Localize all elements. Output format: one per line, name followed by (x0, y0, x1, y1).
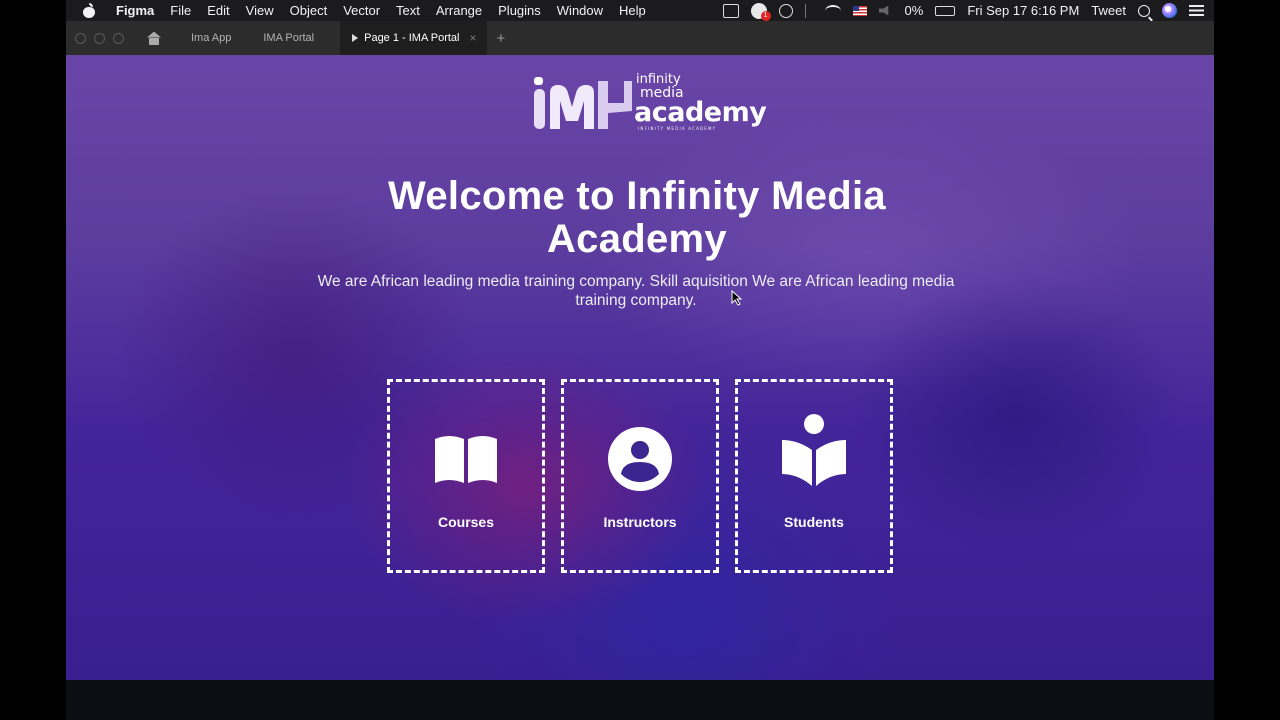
apple-icon[interactable] (82, 2, 96, 19)
menu-bar-status-area: 1 0% Fri Sep 17 6:16 PM Tweet (722, 0, 1214, 21)
mouse-cursor-icon (731, 290, 743, 306)
courses-card[interactable]: Courses (387, 379, 545, 573)
tab-page-1-ima-portal[interactable]: Page 1 - IMA Portal × (340, 21, 487, 55)
volume-icon[interactable] (878, 5, 889, 16)
logo-wordmark: infinity media academy INFINITY MEDIA AC… (634, 73, 767, 132)
page-subtitle: We are African leading media training co… (317, 273, 955, 309)
window-bottom-strip (66, 680, 1214, 720)
play-icon[interactable] (352, 34, 359, 42)
notification-badge: 1 (760, 10, 771, 21)
spotlight-search-icon[interactable] (1138, 4, 1150, 17)
active-tab-label: Page 1 - IMA Portal (364, 32, 460, 44)
figma-tab-bar: Ima App IMA Portal Page 1 - IMA Portal ×… (66, 21, 1214, 55)
students-card[interactable]: Students (735, 379, 893, 573)
page-title-line-2: Academy (547, 217, 727, 261)
logo-word-academy: academy (634, 97, 767, 128)
user-circle-icon (607, 426, 673, 492)
academy-logo: infinity media academy INFINITY MEDIA AC… (532, 71, 767, 135)
wifi-icon[interactable] (824, 4, 841, 17)
notification-center-icon[interactable] (1189, 5, 1204, 16)
instructors-card-label: Instructors (603, 514, 677, 530)
new-tab-button[interactable]: + (497, 30, 506, 47)
logo-tagline: INFINITY MEDIA ACADEMY (638, 126, 717, 131)
notification-app-icon[interactable]: 1 (750, 2, 771, 21)
menu-help[interactable]: Help (611, 0, 654, 21)
menu-window[interactable]: Window (549, 0, 611, 21)
menu-object[interactable]: Object (282, 0, 336, 21)
menu-vector[interactable]: Vector (335, 0, 388, 21)
minimize-window-button[interactable] (94, 32, 105, 44)
home-icon[interactable] (147, 32, 161, 45)
menu-app-figma[interactable]: Figma (108, 0, 162, 21)
bluetooth-icon[interactable] (804, 3, 813, 18)
menu-view[interactable]: View (238, 0, 282, 21)
tab-ima-app[interactable]: Ima App (175, 21, 247, 55)
prototype-canvas: infinity media academy INFINITY MEDIA AC… (66, 55, 1214, 680)
open-book-icon (433, 426, 499, 492)
macos-menu-bar: Figma File Edit View Object Vector Text … (66, 0, 1214, 21)
portal-cards: Courses Instructors Students (387, 379, 893, 573)
reader-icon (781, 414, 847, 492)
screen-icon[interactable] (722, 3, 739, 18)
menu-plugins[interactable]: Plugins (490, 0, 549, 21)
clock[interactable]: Fri Sep 17 6:16 PM (967, 3, 1079, 18)
time-machine-icon[interactable] (778, 3, 793, 18)
battery-icon[interactable] (935, 5, 956, 16)
menu-bar-left: Figma File Edit View Object Vector Text … (66, 0, 654, 21)
courses-card-label: Courses (437, 514, 495, 530)
us-flag-icon[interactable] (852, 5, 867, 16)
menu-edit[interactable]: Edit (199, 0, 237, 21)
battery-percent[interactable]: 0% (905, 3, 924, 18)
menu-text[interactable]: Text (388, 0, 428, 21)
window-controls (75, 32, 124, 44)
ima-logo-mark-icon (534, 77, 632, 129)
menu-file[interactable]: File (162, 0, 199, 21)
close-tab-icon[interactable]: × (470, 21, 477, 55)
menu-arrange[interactable]: Arrange (428, 0, 490, 21)
tweet-menu[interactable]: Tweet (1091, 3, 1126, 18)
page-title: Welcome to Infinity Media Academy (66, 175, 1208, 261)
close-window-button[interactable] (75, 32, 86, 44)
page-title-line-1: Welcome to Infinity Media (388, 174, 886, 218)
instructors-card[interactable]: Instructors (561, 379, 719, 573)
siri-icon[interactable] (1162, 3, 1177, 18)
tab-ima-portal[interactable]: IMA Portal (247, 21, 330, 55)
zoom-window-button[interactable] (113, 32, 124, 44)
students-card-label: Students (784, 514, 844, 530)
